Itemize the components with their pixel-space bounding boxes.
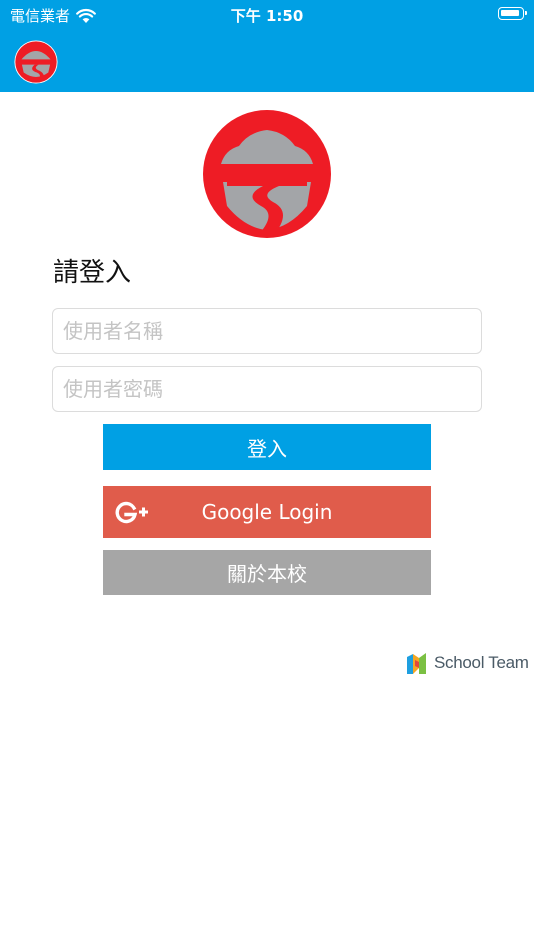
school-team-brand: School Team bbox=[405, 650, 529, 676]
username-field[interactable] bbox=[52, 308, 482, 354]
about-school-label: 關於本校 bbox=[227, 562, 307, 586]
university-logo-icon[interactable] bbox=[14, 40, 58, 84]
app-header: 電信業者 下午 1:50 bbox=[0, 0, 534, 92]
status-time: 下午 1:50 bbox=[230, 7, 304, 25]
google-login-button[interactable]: Google Login bbox=[103, 486, 431, 538]
battery-icon bbox=[498, 7, 527, 20]
status-bar: 電信業者 下午 1:50 bbox=[0, 0, 534, 28]
school-team-label: School Team bbox=[434, 653, 529, 672]
google-plus-icon bbox=[115, 501, 148, 524]
university-logo-icon bbox=[203, 110, 331, 238]
login-button-label: 登入 bbox=[247, 436, 287, 461]
google-login-label: Google Login bbox=[201, 500, 333, 524]
login-button[interactable]: 登入 bbox=[103, 424, 431, 470]
page-title: 請登入 bbox=[53, 258, 132, 288]
about-school-button[interactable]: 關於本校 bbox=[103, 550, 431, 595]
password-field[interactable] bbox=[52, 366, 482, 412]
school-team-logo-icon bbox=[407, 653, 426, 674]
